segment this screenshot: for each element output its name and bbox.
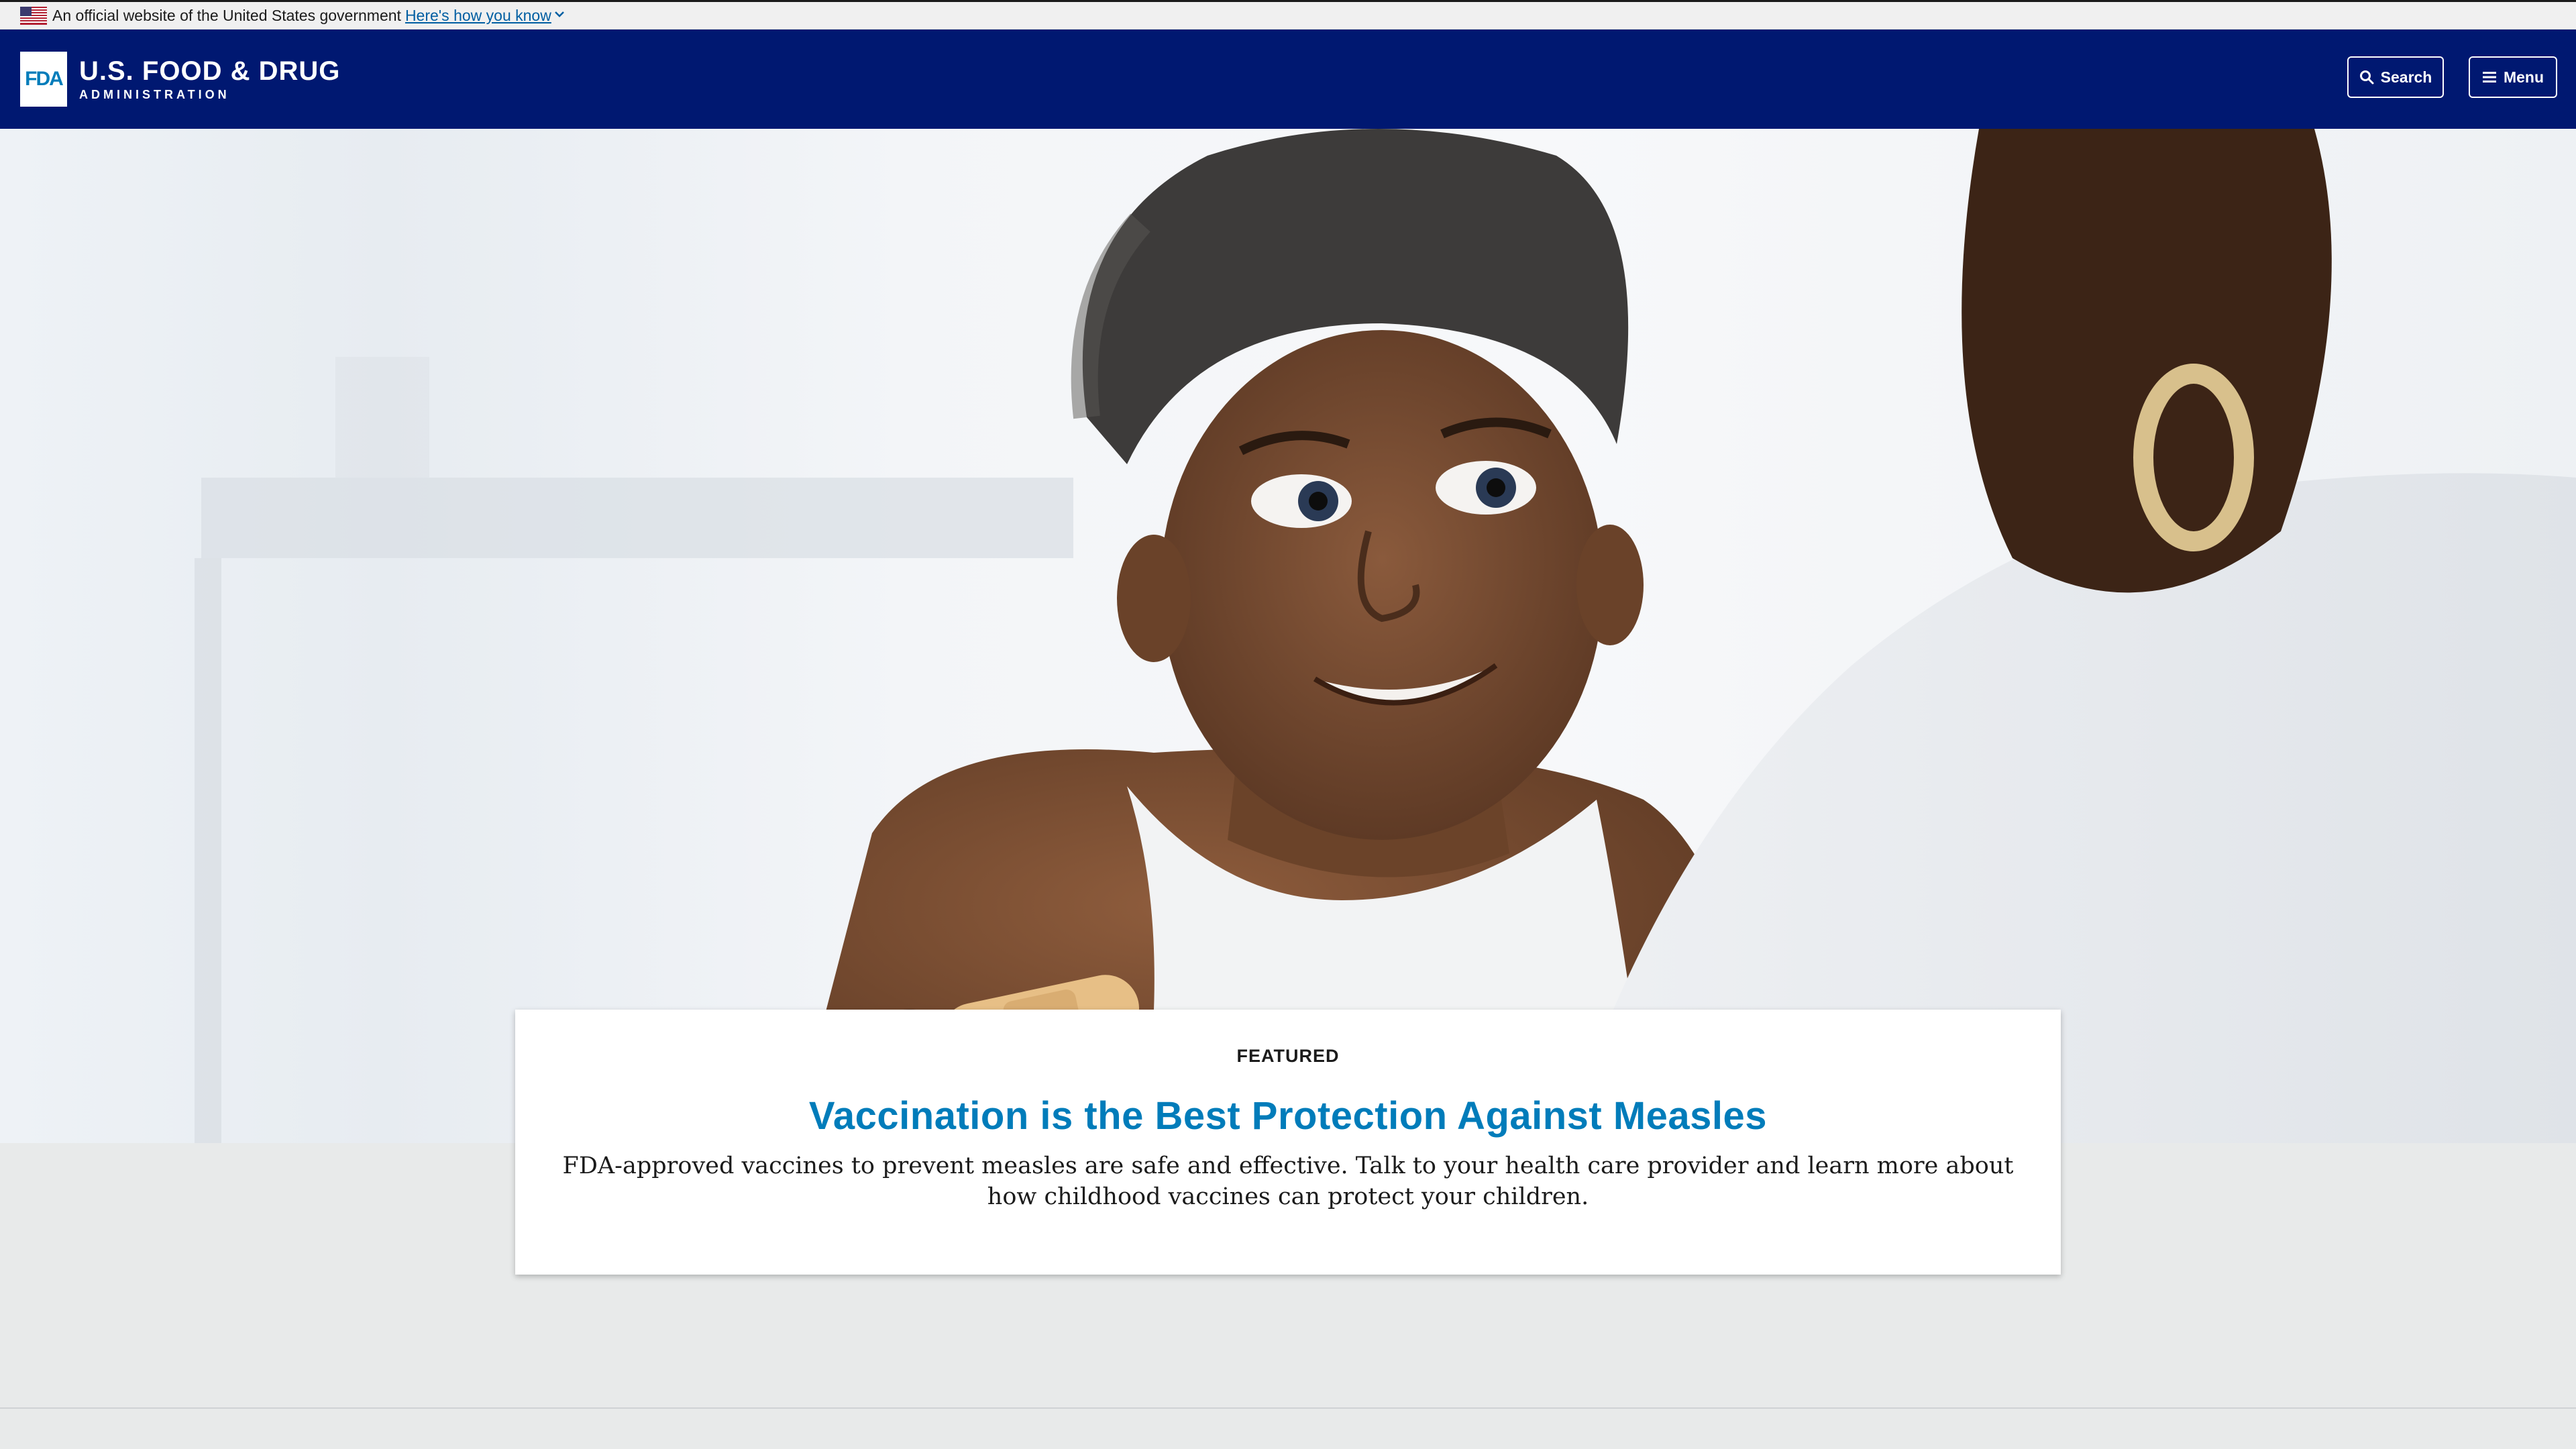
us-flag-icon <box>20 6 47 25</box>
heres-how-you-know-link[interactable]: Here's how you know <box>405 7 551 25</box>
hamburger-icon <box>2482 72 2496 83</box>
gov-banner: An official website of the United States… <box>0 0 2576 30</box>
fda-logo-mark: FDA <box>25 68 64 90</box>
search-icon <box>2359 70 2374 85</box>
hero-image <box>0 129 2576 1143</box>
section-divider <box>0 1407 2576 1409</box>
featured-title-link[interactable]: Vaccination is the Best Protection Again… <box>809 1093 1767 1138</box>
fda-logo[interactable]: FDA <box>20 52 67 107</box>
featured-card[interactable]: FEATURED Vaccination is the Best Protect… <box>515 1010 2061 1275</box>
featured-eyebrow: FEATURED <box>1236 1046 1340 1066</box>
menu-button-label: Menu <box>2503 68 2544 86</box>
featured-description: FDA-approved vaccines to prevent measles… <box>562 1152 2014 1210</box>
agency-name-main: U.S. FOOD & DRUG <box>79 56 341 86</box>
gov-banner-text: An official website of the United States… <box>52 6 401 24</box>
chevron-down-icon[interactable] <box>554 9 565 21</box>
agency-name-sub: ADMINISTRATION <box>79 88 230 101</box>
search-button-label: Search <box>2380 68 2432 86</box>
agency-name[interactable]: U.S. FOOD & DRUG ADMINISTRATION <box>79 56 340 102</box>
site-header: FDA U.S. FOOD & DRUG ADMINISTRATION Sear… <box>0 30 2576 129</box>
hero-photo <box>195 129 2576 1143</box>
search-button[interactable]: Search <box>2347 56 2444 98</box>
menu-button[interactable]: Menu <box>2469 56 2557 98</box>
